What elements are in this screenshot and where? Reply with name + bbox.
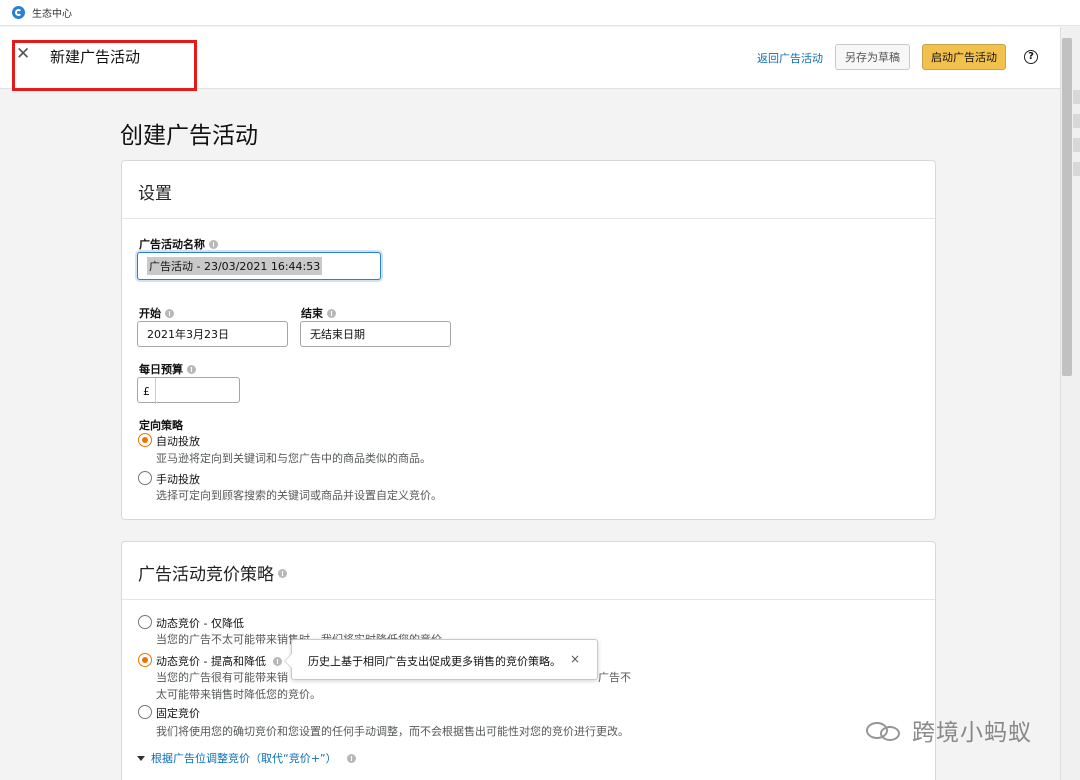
info-icon[interactable] [165, 308, 174, 318]
info-icon[interactable] [327, 308, 336, 318]
info-icon[interactable] [278, 569, 287, 578]
auto-targeting-label[interactable]: 自动投放 [156, 433, 200, 449]
dynamic-up-down-label[interactable]: 动态竞价 - 提高和降低 [156, 653, 266, 669]
dynamic-up-down-desc-end: 太可能带来销售时降低您的竞价。 [156, 688, 321, 701]
end-date-label: 结束 [301, 305, 336, 321]
adjust-bids-link[interactable]: 根据广告位调整竞价（取代“竞价+”） [151, 750, 337, 766]
bidding-tooltip-text: 历史上基于相同广告支出促成更多销售的竞价策略。 [308, 655, 561, 668]
settings-heading: 设置 [122, 161, 935, 219]
end-date-label-text: 结束 [301, 307, 323, 320]
targeting-label-text: 定向策略 [139, 419, 183, 432]
manual-targeting-radio[interactable] [138, 471, 152, 485]
launch-campaign-button[interactable]: 启动广告活动 [922, 44, 1006, 70]
currency-symbol: £ [138, 378, 156, 404]
tooltip-close-icon[interactable]: × [570, 652, 580, 666]
dynamic-down-only-label[interactable]: 动态竞价 - 仅降低 [156, 615, 244, 631]
campaign-name-label: 广告活动名称 [139, 236, 218, 252]
start-date-label: 开始 [139, 305, 174, 321]
save-draft-button[interactable]: 另存为草稿 [835, 44, 910, 70]
back-to-campaigns-link[interactable]: 返回广告活动 [757, 50, 823, 66]
adjust-bids-by-placement-toggle[interactable]: 根据广告位调整竞价（取代“竞价+”） [137, 750, 356, 766]
chevron-down-icon [137, 755, 145, 761]
bidding-strategy-heading: 广告活动竞价策略 [138, 565, 274, 585]
bidding-tooltip: 历史上基于相同广告支出促成更多销售的竞价策略。 × [284, 639, 598, 680]
campaign-name-value: 广告活动 - 23/03/2021 16:44:53 [147, 257, 323, 275]
auto-targeting-desc: 亚马逊将定向到关键词和与您广告中的商品类似的商品。 [156, 452, 431, 465]
scrollbar-thumb[interactable] [1062, 38, 1072, 376]
start-date-input[interactable]: 2021年3月23日 [137, 321, 288, 347]
start-date-label-text: 开始 [139, 307, 161, 320]
page-header: ✕ 新建广告活动 返回广告活动 另存为草稿 启动广告活动 ? [0, 27, 1060, 89]
edge-marks [1073, 90, 1080, 220]
manual-targeting-desc: 选择可定向到顾客搜索的关键词或商品并设置自定义竞价。 [156, 489, 442, 502]
campaign-name-label-text: 广告活动名称 [139, 238, 205, 251]
info-icon[interactable] [209, 239, 218, 249]
dynamic-up-down-desc-right: 广告不 [598, 671, 631, 684]
daily-budget-label-text: 每日预算 [139, 363, 183, 376]
campaign-name-input[interactable]: 广告活动 - 23/03/2021 16:44:53 [137, 252, 381, 280]
dynamic-up-down-desc-start: 当您的广告很有可能带来销 [156, 671, 288, 684]
dynamic-up-down-radio[interactable] [138, 653, 152, 667]
daily-budget-input[interactable]: £ [137, 377, 240, 404]
header-title: 新建广告活动 [50, 48, 141, 66]
window-titlebar: 生态中心 [0, 0, 1080, 26]
close-icon[interactable]: ✕ [16, 46, 30, 63]
bidding-strategy-heading-row: 广告活动竞价策略 [122, 542, 935, 600]
dynamic-down-only-radio[interactable] [138, 615, 152, 629]
page-title: 创建广告活动 [120, 123, 258, 149]
app-logo-icon [12, 6, 25, 19]
fixed-bid-desc: 我们将使用您的确切竞价和您设置的任何手动调整，而不会根据售出可能性对您的竞价进行… [156, 725, 629, 738]
watermark: 跨境小蚂蚁 [864, 713, 1032, 747]
app-title: 生态中心 [32, 9, 72, 20]
end-date-value: 无结束日期 [310, 328, 365, 341]
fixed-bid-radio[interactable] [138, 705, 152, 719]
fixed-bid-label[interactable]: 固定竞价 [156, 705, 200, 721]
end-date-input[interactable]: 无结束日期 [300, 321, 451, 347]
wechat-icon [864, 716, 904, 744]
info-icon[interactable] [187, 364, 196, 374]
watermark-text: 跨境小蚂蚁 [912, 720, 1032, 746]
info-icon[interactable] [273, 657, 282, 666]
daily-budget-label: 每日预算 [139, 361, 196, 377]
start-date-value: 2021年3月23日 [147, 328, 229, 341]
targeting-label: 定向策略 [139, 417, 183, 433]
info-icon[interactable] [346, 753, 356, 763]
manual-targeting-label[interactable]: 手动投放 [156, 471, 200, 487]
auto-targeting-radio[interactable] [138, 433, 152, 447]
help-icon[interactable]: ? [1024, 50, 1038, 64]
